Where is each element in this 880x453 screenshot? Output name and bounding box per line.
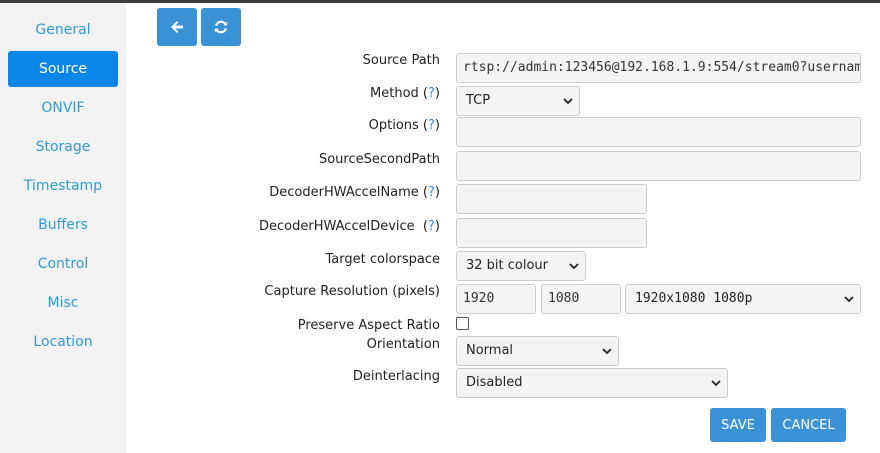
preserve-aspect-ratio-checkbox[interactable] — [456, 317, 469, 330]
sidebar: General Source ONVIF Storage Timestamp B… — [0, 3, 126, 453]
source-path-label: Source Path — [362, 53, 440, 68]
capture-resolution-preset-select[interactable]: 1920x1080 1080p — [625, 284, 861, 314]
decoder-hw-accel-name-input[interactable] — [456, 184, 647, 214]
sidebar-item-onvif[interactable]: ONVIF — [8, 90, 118, 126]
orientation-label: Orientation — [366, 337, 440, 352]
method-help-link[interactable]: ? — [428, 86, 435, 101]
source-second-path-label: SourceSecondPath — [318, 152, 440, 167]
back-button[interactable] — [157, 8, 197, 46]
chevron-down-icon — [563, 98, 573, 105]
sidebar-item-general[interactable]: General — [8, 12, 118, 48]
options-input[interactable] — [456, 117, 861, 147]
source-path-input[interactable]: rtsp://admin:123456@192.168.1.9:554/stre… — [456, 53, 861, 83]
refresh-button[interactable] — [201, 8, 241, 46]
deinterlacing-select[interactable]: Disabled — [456, 368, 728, 398]
target-colorspace-select[interactable]: 32 bit colour — [456, 251, 586, 281]
options-help-link[interactable]: ? — [428, 118, 435, 133]
top-border — [0, 0, 880, 3]
decoder-hw-accel-name-label: DecoderHWAccelName (?) — [269, 185, 440, 200]
sidebar-item-control[interactable]: Control — [8, 246, 118, 282]
chevron-down-icon — [602, 348, 612, 355]
capture-resolution-label: Capture Resolution (pixels) — [264, 284, 440, 299]
source-second-path-input[interactable] — [456, 151, 861, 181]
sidebar-item-storage[interactable]: Storage — [8, 129, 118, 165]
decoder-hw-accel-device-label: DecoderHWAccelDevice (?) — [259, 219, 440, 234]
capture-height-input[interactable]: 1080 — [541, 284, 621, 314]
orientation-select-value: Normal — [466, 343, 514, 358]
orientation-select[interactable]: Normal — [456, 336, 619, 366]
chevron-down-icon — [711, 380, 721, 387]
deinterlacing-select-value: Disabled — [466, 375, 523, 390]
sidebar-item-misc[interactable]: Misc — [8, 285, 118, 321]
decoder-hw-accel-device-help-link[interactable]: ? — [428, 219, 435, 234]
decoder-hw-accel-device-label-text: DecoderHWAccelDevice — [259, 219, 415, 234]
method-select-value: TCP — [466, 93, 491, 108]
options-label: Options (?) — [368, 118, 440, 133]
target-colorspace-select-value: 32 bit colour — [466, 258, 549, 273]
method-label-text: Method — [370, 86, 419, 101]
sidebar-item-source[interactable]: Source — [8, 51, 118, 87]
preserve-aspect-ratio-label: Preserve Aspect Ratio — [297, 318, 440, 333]
method-select[interactable]: TCP — [456, 86, 580, 116]
target-colorspace-label: Target colorspace — [325, 252, 441, 267]
method-label: Method (?) — [370, 86, 440, 101]
chevron-down-icon — [569, 263, 579, 270]
deinterlacing-label: Deinterlacing — [352, 369, 440, 384]
refresh-icon — [214, 20, 228, 34]
sidebar-item-location[interactable]: Location — [8, 324, 118, 360]
capture-resolution-preset-value: 1920x1080 1080p — [635, 291, 753, 306]
options-label-text: Options — [368, 118, 419, 133]
decoder-hw-accel-name-label-text: DecoderHWAccelName — [269, 185, 419, 200]
save-button[interactable]: SAVE — [710, 408, 766, 442]
sidebar-item-timestamp[interactable]: Timestamp — [8, 168, 118, 204]
capture-width-input[interactable]: 1920 — [456, 284, 536, 314]
decoder-hw-accel-device-input[interactable] — [456, 218, 647, 248]
chevron-down-icon — [844, 296, 854, 303]
cancel-button[interactable]: CANCEL — [771, 408, 846, 442]
arrow-left-icon — [171, 21, 183, 33]
sidebar-item-buffers[interactable]: Buffers — [8, 207, 118, 243]
decoder-hw-accel-name-help-link[interactable]: ? — [428, 185, 435, 200]
